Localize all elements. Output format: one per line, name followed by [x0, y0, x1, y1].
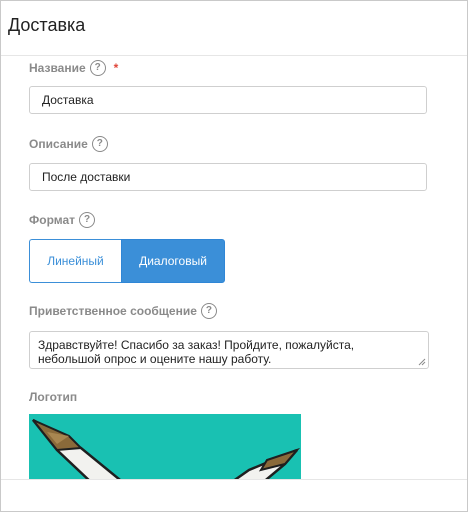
form-content[interactable]: Название ? * Доставка Описание ? После д…	[1, 56, 467, 479]
name-label-row: Название ? *	[29, 60, 118, 76]
resize-handle-icon[interactable]	[418, 358, 426, 366]
greeting-textarea[interactable]: Здравствуйте! Спасибо за заказ! Пройдите…	[29, 331, 429, 369]
greeting-line-1: Здравствуйте! Спасибо за заказ! Пройдите…	[38, 338, 355, 352]
help-icon[interactable]: ?	[200, 303, 217, 319]
greeting-label-row: Приветственное сообщение ?	[29, 303, 217, 319]
description-input[interactable]: После доставки	[29, 163, 427, 191]
help-icon[interactable]: ?	[89, 60, 106, 76]
dialog-title: Доставка	[8, 15, 86, 35]
help-icon[interactable]: ?	[91, 136, 108, 152]
format-label-row: Формат ?	[29, 212, 96, 228]
name-input[interactable]: Доставка	[29, 86, 427, 114]
description-label: Описание	[29, 137, 88, 151]
greeting-label: Приветственное сообщение	[29, 304, 197, 318]
format-dialog-button[interactable]: Диалоговый	[121, 239, 225, 283]
dialog-footer	[1, 479, 467, 511]
name-label: Название	[29, 61, 86, 75]
required-mark: *	[113, 61, 119, 75]
format-linear-button[interactable]: Линейный	[29, 239, 121, 283]
description-label-row: Описание ?	[29, 136, 108, 152]
format-toggle: Линейный Диалоговый	[29, 239, 225, 283]
logo-label-row: Логотип	[29, 390, 77, 404]
dialog-header: Доставка	[1, 1, 467, 56]
format-label: Формат	[29, 213, 76, 227]
logo-image[interactable]	[29, 414, 301, 479]
greeting-line-2: небольшой опрос и оцените нашу работу.	[38, 352, 272, 366]
logo-label: Логотип	[29, 390, 78, 404]
dialog-window: Доставка Название ? * Доставка Описание …	[0, 0, 468, 512]
bird-logo-icon	[32, 418, 301, 479]
help-icon[interactable]: ?	[79, 212, 96, 228]
